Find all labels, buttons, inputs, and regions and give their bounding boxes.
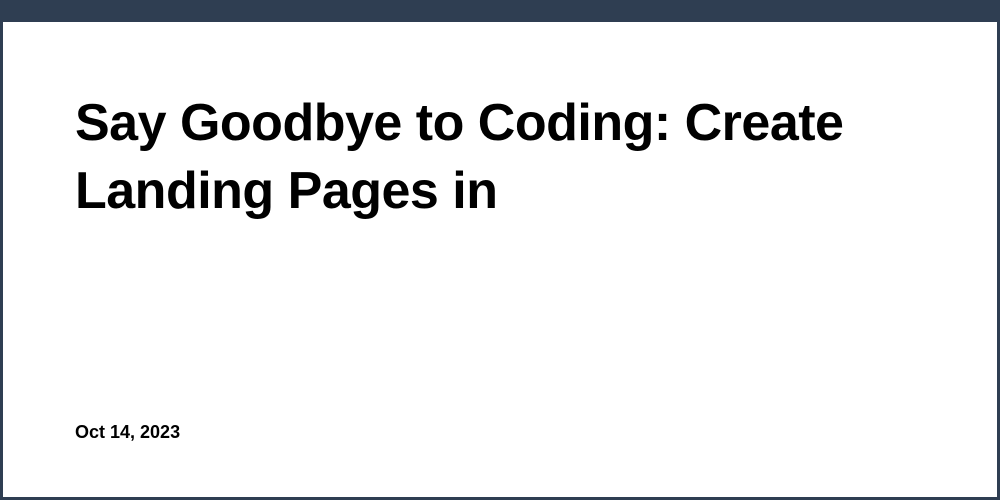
content-frame: Say Goodbye to Coding: Create Landing Pa… xyxy=(0,22,1000,500)
article-title: Say Goodbye to Coding: Create Landing Pa… xyxy=(75,90,925,225)
article-date: Oct 14, 2023 xyxy=(75,422,925,443)
top-bar xyxy=(0,0,1000,22)
